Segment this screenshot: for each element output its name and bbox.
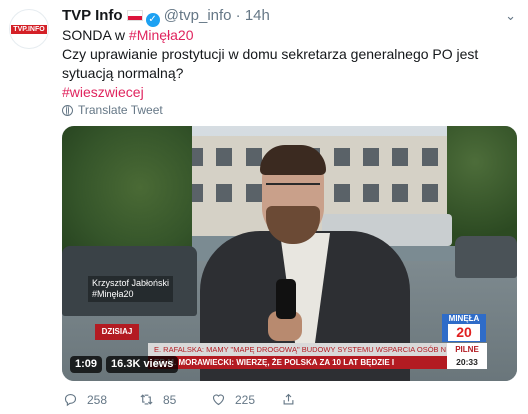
reply-button[interactable]: 258 [62, 392, 138, 407]
tweet-text-prefix: SONDA w [62, 27, 129, 43]
microphone-icon [276, 279, 296, 319]
video-car-right [455, 236, 517, 278]
poland-flag-icon [126, 10, 143, 21]
caption-name: Krzysztof Jabłoński [92, 278, 170, 288]
share-button[interactable] [280, 392, 297, 407]
heart-icon [212, 394, 225, 406]
broadcast-clock: 20:33 [447, 356, 487, 369]
like-button[interactable]: 225 [210, 392, 280, 407]
hashtag-minela20[interactable]: #Minęła20 [129, 27, 194, 43]
minela20-brand: MINĘŁA 20 [442, 314, 486, 342]
retweet-button[interactable]: 85 [138, 392, 210, 407]
video-stats: 1:09 16.3K views [70, 356, 179, 373]
caption-tag: #Minęła20 [92, 289, 134, 299]
translate-tweet-label: Translate Tweet [78, 103, 163, 117]
video-tree-right [447, 126, 517, 246]
today-label: DZISIAJ [95, 324, 139, 340]
brand-top-text: MINĘŁA [448, 314, 480, 323]
chevron-down-icon[interactable]: ⌄ [505, 8, 516, 24]
ticker-bottom: ER M. MORAWIECKI: WIERZĘ, ŻE POLSKA ZA 1… [148, 356, 449, 369]
tweet-text-body: Czy uprawianie prostytucji w domu sekret… [62, 46, 479, 81]
tweet-header: TVP Info ✓ @tvp_info · 14h [62, 6, 270, 27]
separator-dot: · [235, 7, 241, 24]
tweet-actions: 258 85 225 [62, 392, 297, 407]
tweet-text: SONDA w #Minęła20 Czy uprawianie prostyt… [62, 26, 507, 102]
reply-icon [64, 393, 77, 407]
like-count: 225 [235, 392, 256, 407]
author-name[interactable]: TVP Info [62, 7, 123, 24]
brand-number: 20 [448, 324, 480, 341]
tweet[interactable]: TVP.INFO TVP Info ✓ @tvp_info · 14h ⌄ SON… [0, 0, 528, 414]
author-handle[interactable]: @tvp_info [164, 7, 232, 24]
retweet-count: 85 [163, 392, 177, 407]
ticker-top: E. RAFALSKA: MAMY "MAPĘ DROGOWĄ" BUDOWY … [148, 343, 449, 356]
tvp-info-logo: TVP.INFO [11, 24, 47, 34]
translate-tweet-link[interactable]: Translate Tweet [62, 103, 163, 117]
reply-count: 258 [87, 392, 108, 407]
video-caption: Krzysztof Jabłoński #Minęła20 [88, 276, 174, 302]
hashtag-wieszwiecej[interactable]: #wieszwiecej [62, 84, 144, 100]
tweet-time[interactable]: 14h [245, 7, 270, 24]
video-player[interactable]: Krzysztof Jabłoński #Minęła20 DZISIAJ MI… [62, 126, 517, 381]
avatar[interactable]: TVP.INFO [9, 9, 49, 49]
verified-icon: ✓ [145, 13, 160, 27]
globe-icon [62, 104, 73, 116]
share-icon [283, 393, 294, 405]
pilne-label: PILNE [447, 343, 487, 356]
video-views: 16.3K views [106, 356, 179, 373]
video-duration: 1:09 [70, 356, 103, 373]
retweet-icon [140, 394, 153, 405]
